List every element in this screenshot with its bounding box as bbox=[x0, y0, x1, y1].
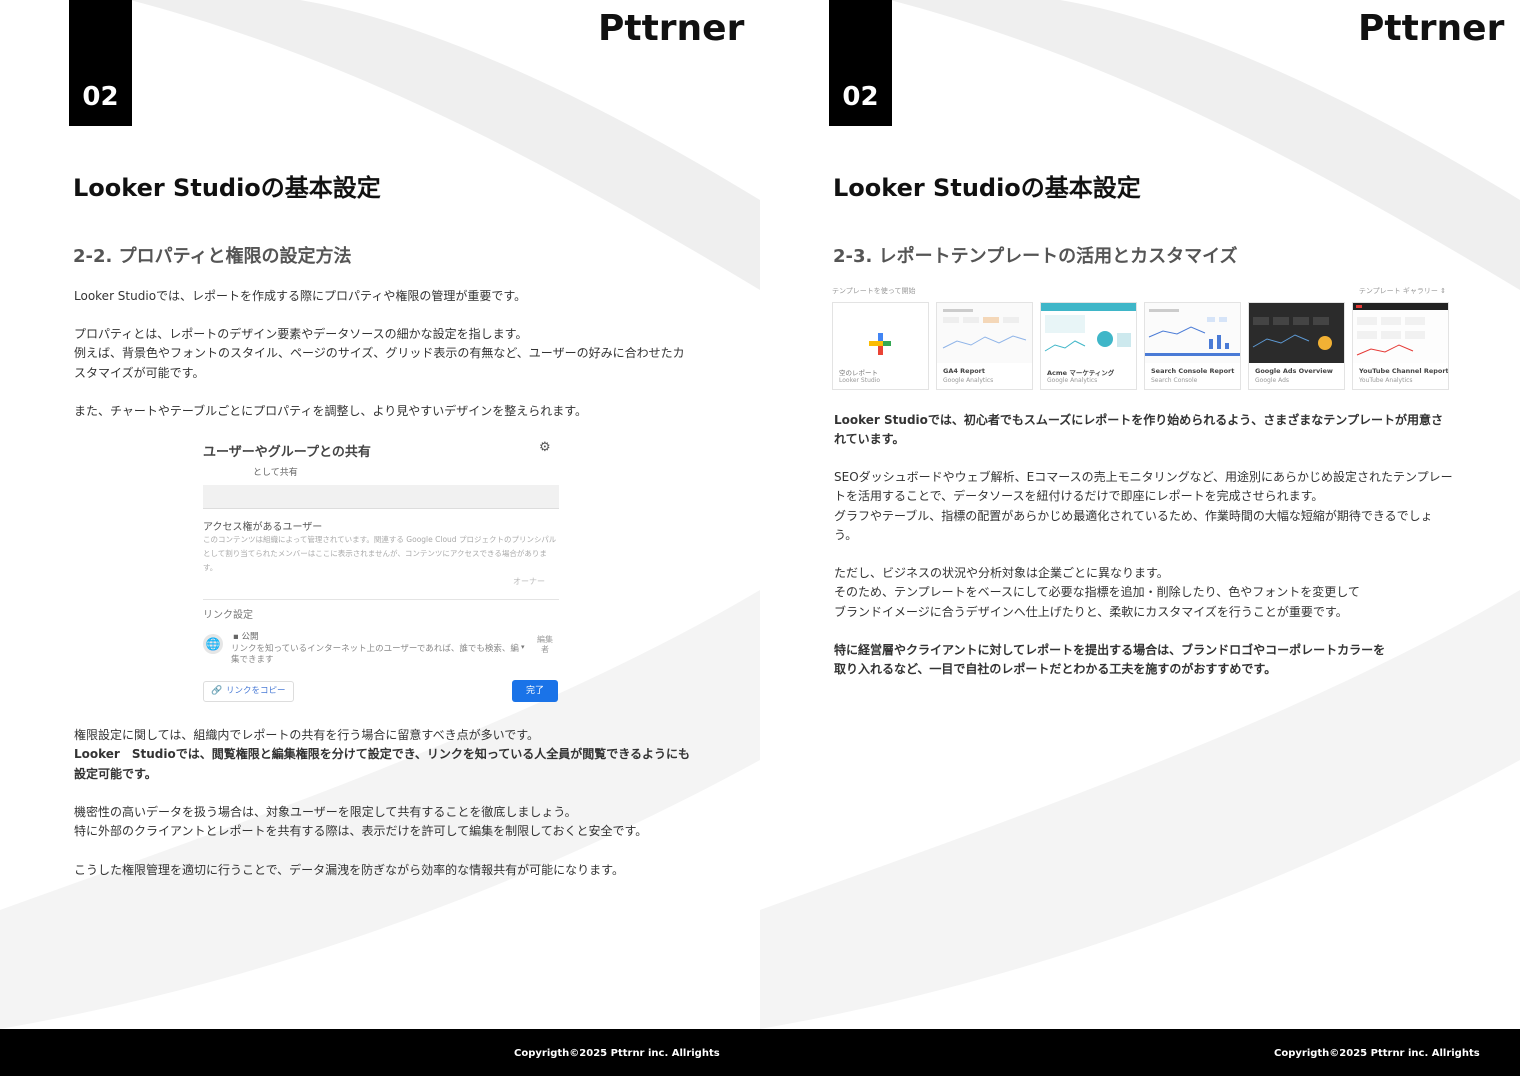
paragraph-text: 機密性の高いデータを扱う場合は、対象ユーザーを限定して共有することを徹底しましょ… bbox=[74, 805, 648, 839]
template-gallery-screenshot: テンプレートを使って開始 テンプレート ギャラリー ⇕ 空のレポート Looke… bbox=[832, 284, 1449, 394]
template-name: 空のレポート bbox=[839, 369, 878, 377]
template-thumbnail bbox=[1145, 303, 1240, 363]
paragraph-text: SEOダッシュボードやウェブ解析、Eコマースの売上モニタリングなど、用途別にあら… bbox=[834, 470, 1453, 542]
paragraph-text-bold: 特に経営層やクライアントに対してレポートを提出する場合は、ブランドロゴやコーポレ… bbox=[834, 643, 1386, 677]
visibility-value: 公開 bbox=[241, 632, 259, 642]
paragraph-text: Looker Studioでは、レポートを作成する際にプロパティや権限の管理が重… bbox=[74, 289, 527, 303]
page-title: Looker Studioの基本設定 bbox=[73, 174, 381, 202]
link-icon: 🔗 bbox=[211, 686, 223, 696]
role-label: 編集者 bbox=[537, 635, 553, 654]
copyright-text: Copyrigth©2025 Pttrnr inc. Allrights bbox=[1274, 1048, 1480, 1059]
template-card: Search Console Report Search Console bbox=[1144, 302, 1241, 390]
footer-bar: Copyrigth©2025 Pttrnr inc. Allrights Cop… bbox=[0, 1029, 1520, 1076]
share-as-label: として共有 bbox=[253, 468, 298, 478]
template-card: 空のレポート Looker Studio bbox=[832, 302, 929, 390]
template-thumbnail bbox=[1353, 303, 1448, 363]
dropdown-caret-icon: ▾ bbox=[521, 643, 525, 651]
paragraph: プロパティとは、レポートのデザイン要素やデータソースの細かな設定を指します。 例… bbox=[74, 325, 694, 383]
copy-link-label: リンクをコピー bbox=[226, 686, 286, 696]
template-card: Google Ads Overview Google Ads bbox=[1248, 302, 1345, 390]
visibility-description: リンクを知っているインターネット上のユーザーであれば、誰でも検索、編集できます bbox=[231, 644, 519, 665]
template-card: YouTube Channel Report YouTube Analytics bbox=[1352, 302, 1449, 390]
template-name: Google Ads Overview bbox=[1255, 367, 1333, 375]
template-card: Acme マーケティング Google Analytics bbox=[1040, 302, 1137, 390]
paragraph: こうした権限管理を適切に行うことで、データ漏洩を防ぎながら効率的な情報共有が可能… bbox=[74, 861, 694, 880]
template-source: Search Console bbox=[1151, 377, 1198, 384]
template-thumbnail bbox=[1041, 303, 1136, 363]
brand-logo: Pttrner bbox=[1358, 8, 1505, 49]
section-title: 2-3. レポートテンプレートの活用とカスタマイズ bbox=[833, 246, 1238, 267]
template-source: YouTube Analytics bbox=[1359, 377, 1413, 384]
owner-label: オーナー bbox=[513, 577, 545, 586]
access-note: このコンテンツは組織によって管理されています。関連する Google Cloud… bbox=[203, 535, 557, 572]
chapter-number: 02 bbox=[842, 82, 879, 112]
access-heading: アクセス権があるユーザー bbox=[203, 522, 323, 533]
gallery-link: テンプレート ギャラリー ⇕ bbox=[1358, 287, 1446, 295]
template-thumbnail bbox=[833, 303, 928, 363]
done-button: 完了 bbox=[512, 680, 558, 702]
share-input bbox=[203, 485, 559, 509]
paragraph: 特に経営層やクライアントに対してレポートを提出する場合は、ブランドロゴやコーポレ… bbox=[834, 641, 1454, 680]
template-name: Search Console Report bbox=[1151, 367, 1235, 375]
chapter-tab: 02 bbox=[69, 0, 132, 126]
paragraph: ただし、ビジネスの状況や分析対象は企業ごとに異なります。 そのため、テンプレート… bbox=[834, 564, 1454, 622]
paragraph: また、チャートやテーブルごとにプロパティを調整し、より見やすいデザインを整えられ… bbox=[74, 402, 694, 421]
template-name: GA4 Report bbox=[943, 367, 985, 375]
paragraph: 権限設定に関しては、組織内でレポートの共有を行う場合に留意すべき点が多いです。 … bbox=[74, 726, 694, 784]
paragraph-text: こうした権限管理を適切に行うことで、データ漏洩を防ぎながら効率的な情報共有が可能… bbox=[74, 863, 624, 877]
template-thumbnail bbox=[1249, 303, 1344, 363]
gallery-header: テンプレートを使って開始 bbox=[832, 287, 916, 295]
template-name: YouTube Channel Report bbox=[1359, 367, 1449, 375]
paragraph-text: 権限設定に関しては、組織内でレポートの共有を行う場合に留意すべき点が多いです。 bbox=[74, 728, 540, 742]
paragraph-text: プロパティとは、レポートのデザイン要素やデータソースの細かな設定を指します。 例… bbox=[74, 327, 685, 380]
section-title: 2-2. プロパティと権限の設定方法 bbox=[73, 246, 352, 267]
gear-icon: ⚙ bbox=[539, 440, 551, 455]
paragraph: Looker Studioでは、レポートを作成する際にプロパティや権限の管理が重… bbox=[74, 287, 694, 306]
paragraph-text-bold: Looker Studioでは、閲覧権限と編集権限を分けて設定でき、リンクを知っ… bbox=[74, 747, 691, 781]
template-name: Acme マーケティング bbox=[1047, 369, 1115, 377]
brand-logo: Pttrner bbox=[598, 8, 745, 49]
page-title: Looker Studioの基本設定 bbox=[833, 174, 1141, 202]
left-page: 02 Pttrner Looker Studioの基本設定 2-2. プロパティ… bbox=[0, 0, 760, 1029]
paragraph-text-bold: Looker Studioでは、初心者でもスムーズにレポートを作り始められるよう… bbox=[834, 413, 1443, 447]
template-thumbnail bbox=[937, 303, 1032, 363]
template-source: Google Analytics bbox=[1047, 377, 1098, 384]
divider bbox=[203, 599, 559, 600]
paragraph-text: ただし、ビジネスの状況や分析対象は企業ごとに異なります。 そのため、テンプレート… bbox=[834, 566, 1360, 619]
link-settings-heading: リンク設定 bbox=[203, 610, 253, 621]
globe-icon: 🌐 bbox=[203, 634, 223, 654]
template-source: Looker Studio bbox=[839, 377, 881, 384]
paragraph: 機密性の高いデータを扱う場合は、対象ユーザーを限定して共有することを徹底しましょ… bbox=[74, 803, 694, 842]
paragraph: Looker Studioでは、初心者でもスムーズにレポートを作り始められるよう… bbox=[834, 411, 1454, 450]
visibility-label: ▪ 公開 bbox=[233, 632, 259, 642]
dialog-title: ユーザーやグループとの共有 bbox=[203, 445, 371, 460]
chapter-tab: 02 bbox=[829, 0, 892, 126]
template-source: Google Analytics bbox=[943, 377, 994, 384]
right-page: 02 Pttrner Looker Studioの基本設定 2-3. レポートテ… bbox=[760, 0, 1520, 1029]
template-source: Google Ads bbox=[1255, 377, 1289, 384]
paragraph-text: また、チャートやテーブルごとにプロパティを調整し、より見やすいデザインを整えられ… bbox=[74, 404, 588, 418]
template-card: GA4 Report Google Analytics bbox=[936, 302, 1033, 390]
share-dialog-screenshot: ユーザーやグループとの共有 ⚙ として共有 アクセス権があるユーザー このコンテ… bbox=[203, 437, 559, 709]
chapter-number: 02 bbox=[82, 82, 119, 112]
paragraph: SEOダッシュボードやウェブ解析、Eコマースの売上モニタリングなど、用途別にあら… bbox=[834, 468, 1454, 545]
copy-link-button: 🔗 リンクをコピー bbox=[203, 681, 294, 702]
copyright-text: Copyrigth©2025 Pttrnr inc. Allrights bbox=[514, 1048, 720, 1059]
